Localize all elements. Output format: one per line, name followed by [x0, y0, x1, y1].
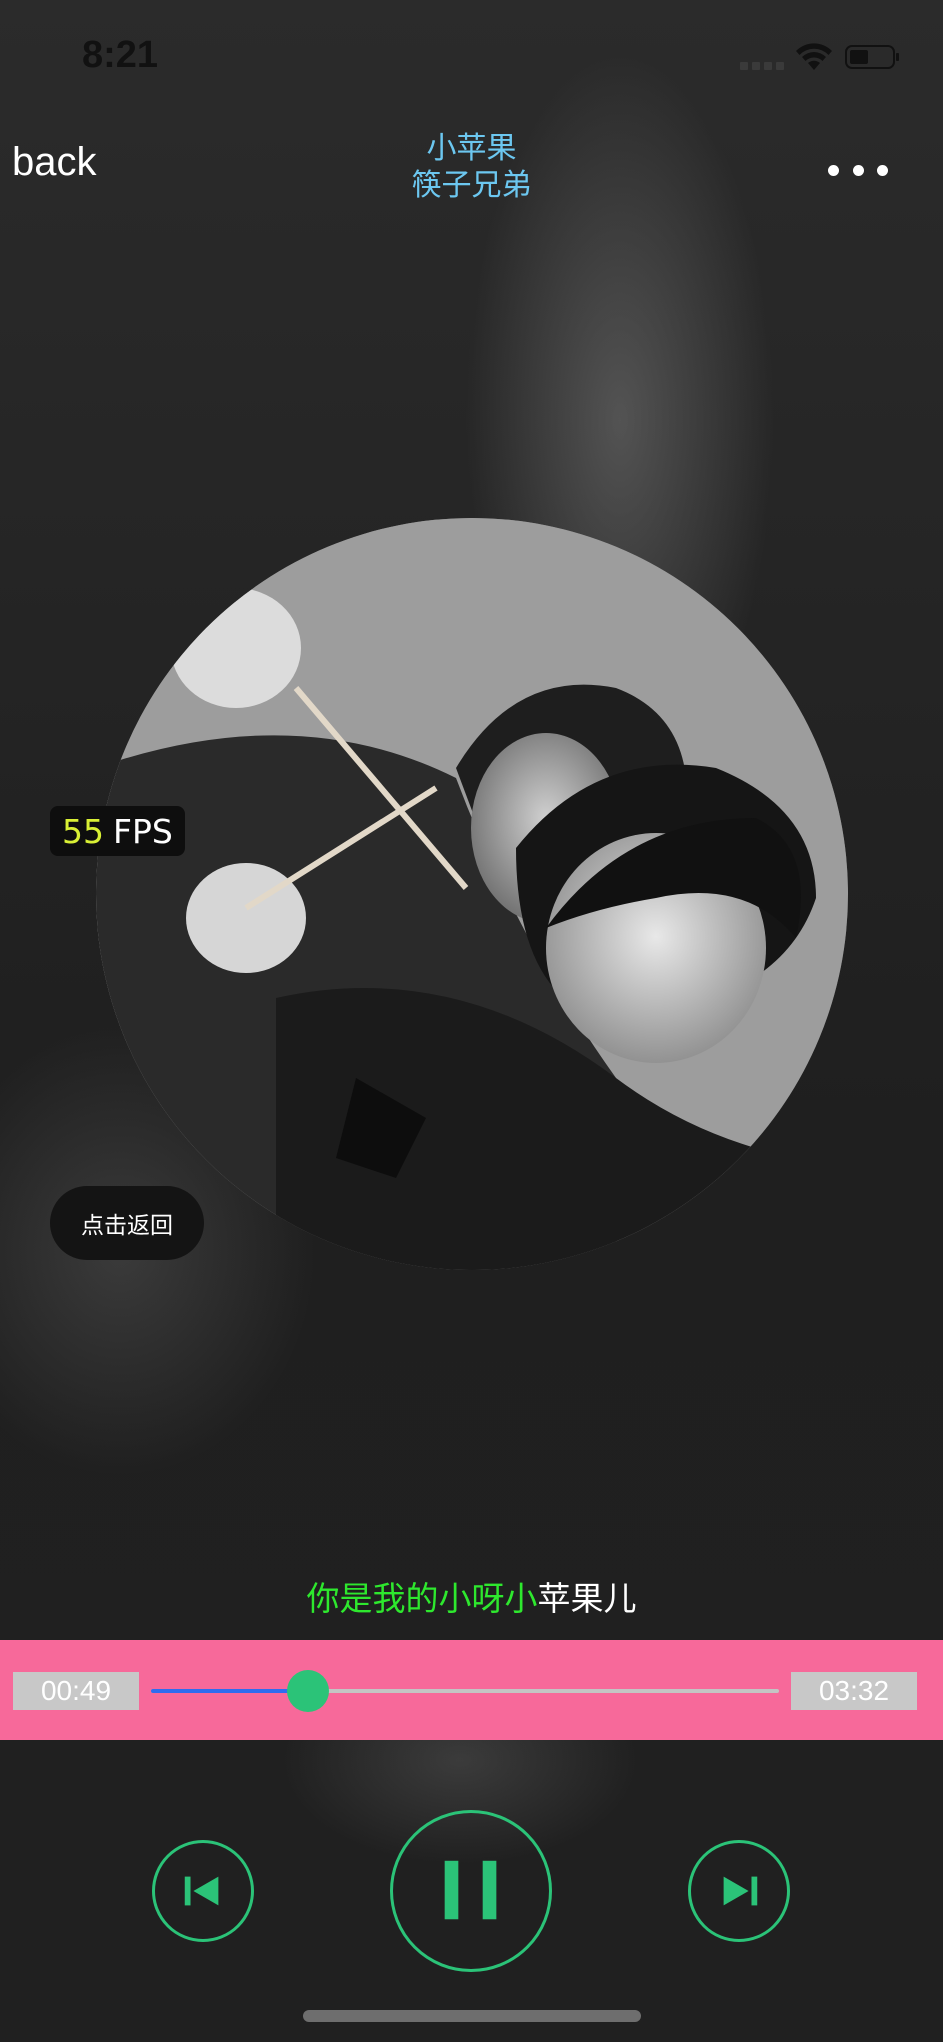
progress-slider[interactable] — [151, 1670, 779, 1712]
artist-name: 筷子兄弟 — [411, 168, 532, 203]
current-lyric-line: 你是我的小呀小苹果儿 — [0, 1572, 943, 1620]
total-time: 03:32 — [791, 1672, 917, 1710]
previous-track-button[interactable] — [152, 1840, 254, 1942]
album-art-illustration — [96, 518, 848, 1270]
pause-icon — [444, 1860, 497, 1920]
progress-thumb[interactable] — [287, 1670, 329, 1712]
tap-to-return-button[interactable]: 点击返回 — [50, 1186, 204, 1260]
lyric-remaining-part: 苹果儿 — [537, 1579, 637, 1618]
status-time: 8:21 — [82, 34, 159, 76]
status-bar: 8:21 — [0, 0, 943, 110]
home-indicator — [303, 2010, 641, 2022]
current-time: 00:49 — [13, 1672, 139, 1710]
next-track-button[interactable] — [688, 1840, 790, 1942]
song-title: 小苹果 — [426, 131, 517, 166]
wifi-icon — [796, 43, 832, 70]
play-pause-button[interactable] — [390, 1810, 552, 1972]
playback-progress-bar: 00:49 03:32 — [0, 1640, 943, 1740]
fps-counter: 55 FPS — [50, 806, 185, 856]
album-cover — [96, 518, 848, 1270]
lyric-sung-part: 你是我的小呀小 — [306, 1579, 538, 1618]
navigation-bar: back 小苹果 筷子兄弟 — [0, 120, 943, 220]
skip-previous-icon — [184, 1876, 219, 1906]
cellular-signal-icon — [740, 62, 784, 70]
progress-fill — [151, 1689, 308, 1693]
skip-next-icon — [723, 1876, 758, 1906]
track-title-block: 小苹果 筷子兄弟 — [0, 130, 943, 204]
playback-controls — [0, 1800, 943, 1980]
fps-value: 55 — [62, 811, 104, 851]
battery-icon — [845, 45, 899, 69]
fps-unit: FPS — [113, 811, 173, 851]
more-options-icon[interactable] — [828, 150, 888, 190]
